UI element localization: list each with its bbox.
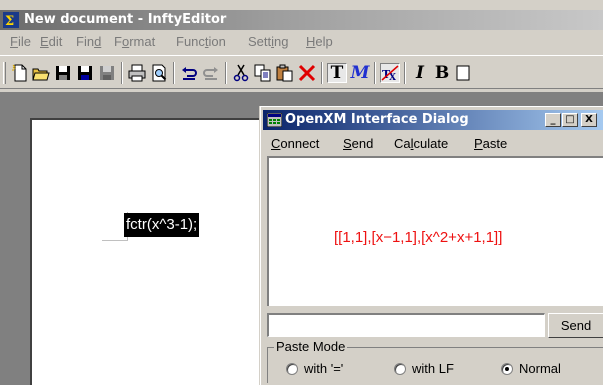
tex-icon[interactable]: TX <box>380 63 400 83</box>
menu-help[interactable]: Help <box>306 34 333 49</box>
dialog-app-icon <box>267 113 282 127</box>
paste-rest: aste <box>482 136 508 151</box>
dialog-menu-paste[interactable]: Paste <box>474 136 507 151</box>
menu-function[interactable]: Function <box>176 34 226 49</box>
menu-edit-rest: dit <box>48 34 63 49</box>
radio-button-selected-icon <box>501 362 513 375</box>
paste-mode-group: Paste Mode with '=' with LF Normal <box>267 339 603 383</box>
toolbar-separator <box>321 62 323 84</box>
dialog-output-pane: [[1,1],[x−1,1],[x^2+x+1,1]] <box>267 156 603 306</box>
radio-button-icon <box>286 362 298 375</box>
dialog-menu-calculate[interactable]: Calculate <box>394 136 448 151</box>
dialog-menu-send[interactable]: Send <box>343 136 373 151</box>
paste-mode-legend: Paste Mode <box>274 339 348 354</box>
dialog-title: OpenXM Interface Dialog <box>285 112 469 127</box>
menu-format[interactable]: Format <box>114 34 155 49</box>
openxm-dialog: OpenXM Interface Dialog _ □ X Connect Se… <box>260 106 603 385</box>
menu-help-mnemonic: H <box>306 34 316 49</box>
dialog-title-bar[interactable]: OpenXM Interface Dialog _ □ X <box>263 110 603 130</box>
menu-setting-rest: ng <box>274 34 289 49</box>
menu-file-rest: ile <box>17 34 31 49</box>
toolbar-separator <box>225 62 227 84</box>
menu-file[interactable]: File <box>10 34 31 49</box>
radio-button-icon <box>394 362 406 375</box>
dialog-menu-bar: Connect Send Calculate Paste <box>261 133 603 155</box>
radio-with-equals-label: with '=' <box>304 361 344 376</box>
window-title: New document - InftyEditor <box>24 12 227 27</box>
radio-normal[interactable]: Normal <box>501 361 561 376</box>
math-mode-icon[interactable]: M <box>350 63 370 83</box>
menu-edit-mnemonic: E <box>40 34 49 49</box>
app-icon: Σ <box>3 12 19 28</box>
menu-format-rest: rmat <box>129 34 156 49</box>
toolbar-separator <box>173 62 175 84</box>
menu-bar: File Edit Find Format Function Setting H… <box>0 31 603 53</box>
radio-with-equals[interactable]: with '=' <box>286 361 343 376</box>
command-input[interactable] <box>267 313 545 337</box>
menu-function-pre: Func <box>176 34 205 49</box>
save-icon[interactable] <box>53 63 73 83</box>
italic-label: I <box>416 63 424 83</box>
toolbar-grip[interactable] <box>3 62 6 84</box>
close-button[interactable]: X <box>581 113 597 127</box>
menu-help-rest: elp <box>315 34 333 49</box>
svg-text:X: X <box>389 73 396 82</box>
bold-icon[interactable]: B <box>432 63 452 83</box>
text-mode-icon[interactable]: T <box>327 63 347 83</box>
svg-text:Σ: Σ <box>5 14 14 28</box>
selected-formula[interactable]: fctr(x^3-1); <box>124 213 200 237</box>
menu-format-pre: F <box>114 34 122 49</box>
menu-function-rest: ion <box>208 34 226 49</box>
undo-icon[interactable] <box>179 63 199 83</box>
title-bar[interactable]: Σ New document - InftyEditor <box>0 10 603 30</box>
maximize-button[interactable]: □ <box>562 113 578 127</box>
send-mnemonic: S <box>343 136 352 151</box>
print-icon[interactable] <box>127 63 147 83</box>
bold-label: B <box>434 63 450 83</box>
toolbar-separator <box>121 62 123 84</box>
connect-mnemonic: C <box>271 136 281 151</box>
toolbar-separator <box>374 62 376 84</box>
italic-icon[interactable]: I <box>410 63 430 83</box>
calculate-pre: Ca <box>394 136 411 151</box>
margin-guide <box>102 240 128 241</box>
save-all-icon[interactable] <box>75 63 95 83</box>
menu-find-pre: Fin <box>76 34 95 49</box>
toolbar-separator <box>404 62 406 84</box>
dialog-menu-connect[interactable]: Connect <box>271 136 319 151</box>
text-mode-label: T <box>330 63 344 83</box>
menu-edit[interactable]: Edit <box>40 34 62 49</box>
new-document-icon[interactable] <box>10 63 30 83</box>
calculate-rest: culate <box>413 136 449 151</box>
redo-icon[interactable] <box>201 63 221 83</box>
open-folder-icon[interactable] <box>31 63 51 83</box>
send-button[interactable]: Send <box>548 313 603 338</box>
copy-icon[interactable] <box>253 63 273 83</box>
delete-icon[interactable] <box>297 63 317 83</box>
radio-with-lf[interactable]: with LF <box>394 361 454 376</box>
menu-find-mnemonic: d <box>94 34 102 49</box>
print-preview-icon[interactable] <box>149 63 169 83</box>
menu-find[interactable]: Find <box>76 34 101 49</box>
save-as-icon[interactable] <box>97 63 117 83</box>
calculation-result: [[1,1],[x−1,1],[x^2+x+1,1]] <box>334 229 503 246</box>
radio-normal-label: Normal <box>519 361 561 376</box>
paste-icon[interactable] <box>275 63 295 83</box>
cut-icon[interactable] <box>231 63 251 83</box>
connect-rest: onnect <box>280 136 320 151</box>
more-toolbar-icon[interactable] <box>454 63 474 83</box>
menu-file-mnemonic: F <box>10 34 18 49</box>
minimize-button[interactable]: _ <box>545 113 561 127</box>
main-window: Σ New document - InftyEditor File Edit F… <box>0 0 603 385</box>
menu-setting-pre: Sett <box>248 34 272 49</box>
paste-mnemonic: P <box>474 136 483 151</box>
math-mode-label: M <box>350 63 370 83</box>
radio-with-lf-label: with LF <box>412 361 454 376</box>
send-rest: end <box>351 136 374 151</box>
menu-setting[interactable]: Setting <box>248 34 288 49</box>
toolbar: T M TX I B <box>0 55 603 89</box>
